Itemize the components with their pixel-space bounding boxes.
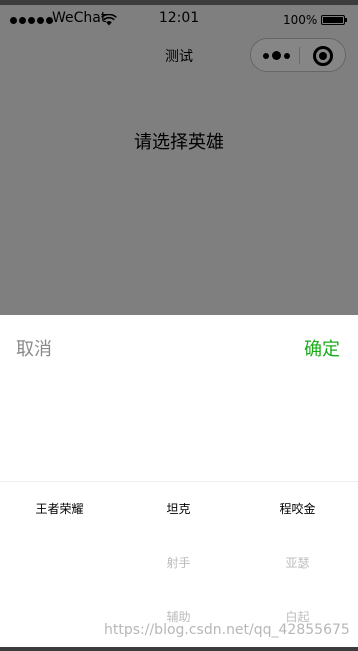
picker-option[interactable]: 王者荣耀 xyxy=(0,500,119,554)
picker-option[interactable]: 射手 xyxy=(119,554,238,608)
battery-percentage: 100% xyxy=(283,13,318,27)
close-miniprogram-icon[interactable] xyxy=(313,46,333,66)
picker-option[interactable]: 坦克 xyxy=(119,500,238,554)
capsule-divider xyxy=(299,47,300,64)
cancel-button[interactable]: 取消 xyxy=(16,335,52,361)
watermark-url: https://blog.csdn.net/qq_42855675 xyxy=(104,622,350,638)
picker-option[interactable]: 亚瑟 xyxy=(238,554,357,608)
picker-column-game[interactable]: 王者荣耀 xyxy=(0,500,119,554)
status-bar: WeChat 12:01 100% xyxy=(0,5,358,33)
more-icon[interactable] xyxy=(263,51,290,60)
picker-divider xyxy=(0,481,358,482)
picker-sheet: 取消 确定 王者荣耀 坦克 射手 辅助 程咬金 亚瑟 白起 xyxy=(0,315,358,651)
battery-icon xyxy=(321,15,347,25)
select-hero-label[interactable]: 请选择英雄 xyxy=(0,128,358,154)
confirm-button[interactable]: 确定 xyxy=(304,335,340,361)
mini-program-capsule xyxy=(250,38,346,72)
bottom-bezel xyxy=(0,647,358,651)
picker-option[interactable]: 程咬金 xyxy=(238,500,357,554)
